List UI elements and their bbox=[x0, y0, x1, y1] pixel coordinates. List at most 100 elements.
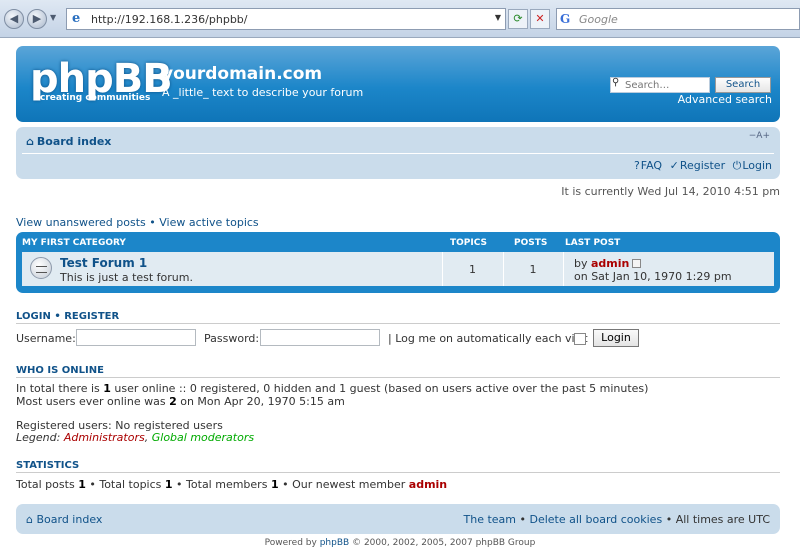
last-post-user-link[interactable]: admin bbox=[591, 257, 629, 270]
home-icon: ⌂ bbox=[26, 135, 34, 148]
address-dropdown-icon[interactable]: ▼ bbox=[495, 13, 501, 22]
col-last-post-header: LAST POST bbox=[565, 238, 621, 248]
login-heading-link[interactable]: LOGIN bbox=[16, 311, 51, 322]
legend: Legend: Administrators, Global moderator… bbox=[16, 431, 254, 444]
forum-table: MY FIRST CATEGORY TOPICS POSTS LAST POST… bbox=[16, 232, 780, 293]
login-icon: ⏻ bbox=[732, 159, 742, 172]
register-heading-link[interactable]: REGISTER bbox=[64, 311, 119, 322]
footer-board-index-link[interactable]: Board index bbox=[36, 513, 102, 526]
col-topics-header: TOPICS bbox=[450, 238, 487, 248]
total-topics: 1 bbox=[164, 478, 173, 491]
login-button[interactable]: Login bbox=[593, 329, 639, 347]
forum-read-icon bbox=[30, 257, 52, 279]
timezone-text: All times are UTC bbox=[675, 513, 770, 526]
statistics-divider bbox=[16, 472, 780, 473]
phpbb-link[interactable]: phpBB bbox=[320, 538, 349, 548]
stats-separator: • bbox=[282, 478, 289, 491]
password-label: Password: bbox=[204, 332, 260, 345]
online-record: Most users ever online was 2 on Mon Apr … bbox=[16, 395, 345, 408]
last-post-by: by bbox=[574, 257, 588, 270]
faq-link[interactable]: FAQ bbox=[641, 159, 662, 172]
forward-button[interactable]: ▶ bbox=[27, 9, 47, 29]
site-description: A _little_ text to describe your forum bbox=[162, 86, 364, 99]
google-placeholder: Google bbox=[579, 13, 618, 26]
last-post-date: on Sat Jan 10, 1970 1:29 pm bbox=[574, 270, 732, 283]
online-total-pre: In total there is bbox=[16, 382, 100, 395]
total-posts-label: Total posts bbox=[16, 478, 75, 491]
footer-separator: • bbox=[519, 513, 527, 526]
search-input[interactable] bbox=[610, 77, 710, 93]
login-link[interactable]: Login bbox=[742, 159, 772, 172]
footer-breadcrumb[interactable]: ⌂ Board index bbox=[26, 513, 102, 526]
username-label: Username: bbox=[16, 332, 76, 345]
url-text[interactable]: http://192.168.1.236/phpbb/ bbox=[91, 13, 248, 26]
stats-separator: • bbox=[89, 478, 96, 491]
address-bar[interactable]: e http://192.168.1.236/phpbb/ ▼ bbox=[66, 8, 506, 30]
login-divider bbox=[16, 323, 780, 324]
online-total: In total there is 1 user online :: 0 reg… bbox=[16, 382, 648, 395]
refresh-icon[interactable]: ⟳ bbox=[508, 9, 528, 29]
breadcrumb-board-index[interactable]: Board index bbox=[37, 135, 112, 148]
who-is-online-heading[interactable]: WHO IS ONLINE bbox=[16, 365, 104, 376]
total-members-label: Total members bbox=[186, 478, 268, 491]
password-input[interactable] bbox=[260, 329, 380, 346]
category-title[interactable]: MY FIRST CATEGORY bbox=[22, 238, 126, 248]
online-divider bbox=[16, 377, 780, 378]
newest-member-label: Our newest member bbox=[292, 478, 406, 491]
stop-icon[interactable]: ✕ bbox=[530, 9, 550, 29]
logo-tagline: creating communities bbox=[40, 93, 151, 103]
forum-posts-count: 1 bbox=[529, 263, 537, 276]
forum-description: This is just a test forum. bbox=[60, 271, 193, 284]
site-header: phpBB creating communities yourdomain.co… bbox=[16, 46, 780, 122]
col-divider bbox=[563, 252, 564, 286]
login-heading-separator: • bbox=[54, 311, 61, 322]
google-search-box[interactable]: G Google bbox=[556, 8, 800, 30]
legend-separator: , bbox=[144, 431, 149, 444]
current-time: It is currently Wed Jul 14, 2010 4:51 pm bbox=[561, 185, 780, 198]
footer-links: The team • Delete all board cookies • Al… bbox=[464, 513, 771, 526]
forum-last-post: by admin on Sat Jan 10, 1970 1:29 pm bbox=[574, 257, 732, 283]
username-input[interactable] bbox=[76, 329, 196, 346]
total-topics-label: Total topics bbox=[99, 478, 162, 491]
online-record-post: on Mon Apr 20, 1970 5:15 am bbox=[180, 395, 345, 408]
home-icon: ⌂ bbox=[26, 513, 37, 526]
total-posts: 1 bbox=[78, 478, 86, 491]
the-team-link[interactable]: The team bbox=[464, 513, 517, 526]
history-dropdown-icon[interactable]: ▼ bbox=[50, 13, 56, 22]
faq-icon: ? bbox=[633, 159, 640, 172]
unanswered-posts-link[interactable]: View unanswered posts bbox=[16, 216, 146, 229]
breadcrumb[interactable]: ⌂ Board index bbox=[26, 135, 111, 148]
register-link[interactable]: Register bbox=[680, 159, 725, 172]
statistics-heading: STATISTICS bbox=[16, 460, 80, 471]
online-total-count: 1 bbox=[103, 382, 111, 395]
site-name: yourdomain.com bbox=[162, 64, 323, 84]
google-icon: G bbox=[560, 12, 571, 26]
col-posts-header: POSTS bbox=[514, 238, 548, 248]
search-icon: ⚲ bbox=[612, 77, 620, 88]
forum-title-link[interactable]: Test Forum 1 bbox=[60, 256, 147, 270]
online-record-pre: Most users ever online was bbox=[16, 395, 166, 408]
online-record-count: 2 bbox=[169, 395, 177, 408]
view-latest-post-icon[interactable] bbox=[632, 259, 642, 268]
legend-moderators-link[interactable]: Global moderators bbox=[152, 431, 254, 444]
remember-me-label: | Log me on automatically each visit bbox=[388, 332, 588, 345]
forum-topics-count: 1 bbox=[469, 263, 476, 276]
advanced-search-link[interactable]: Advanced search bbox=[678, 93, 772, 106]
ie-page-icon: e bbox=[72, 11, 81, 26]
newest-member-link[interactable]: admin bbox=[409, 478, 447, 491]
login-heading: LOGIN • REGISTER bbox=[16, 311, 119, 322]
forum-row: Test Forum 1 This is just a test forum. … bbox=[22, 252, 774, 286]
delete-cookies-link[interactable]: Delete all board cookies bbox=[530, 513, 663, 526]
total-members: 1 bbox=[270, 478, 279, 491]
search-button[interactable]: Search bbox=[715, 77, 771, 93]
active-topics-link[interactable]: View active topics bbox=[159, 216, 258, 229]
font-size-toggle[interactable]: −A+ bbox=[749, 131, 770, 141]
remember-me-checkbox[interactable] bbox=[574, 333, 586, 345]
powered-by-pre: Powered by bbox=[264, 538, 317, 548]
back-button[interactable]: ◀ bbox=[4, 9, 24, 29]
navbar: ⌂ Board index −A+ ?FAQ ✓Register ⏻Login bbox=[16, 127, 780, 179]
online-total-post: user online :: 0 registered, 0 hidden an… bbox=[114, 382, 649, 395]
legend-label: Legend: bbox=[16, 431, 61, 444]
legend-administrators-link[interactable]: Administrators bbox=[64, 431, 145, 444]
quick-links: View unanswered posts • View active topi… bbox=[16, 216, 259, 229]
